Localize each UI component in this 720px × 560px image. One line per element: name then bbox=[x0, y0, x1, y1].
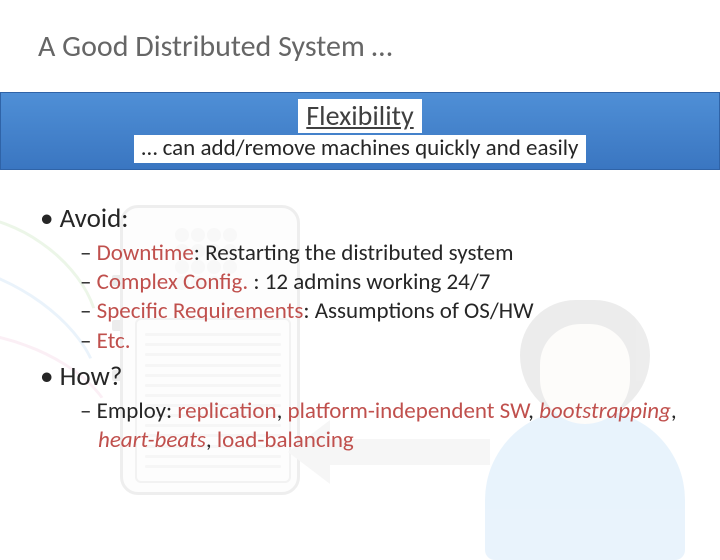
avoid-downtime: Downtime: Restarting the distributed sys… bbox=[80, 239, 690, 268]
kw-replication: replication bbox=[177, 397, 276, 425]
kw-platform-independent: platform-independent SW bbox=[288, 397, 529, 425]
how-employ: Employ: replication, platform-independen… bbox=[80, 397, 690, 456]
desc: : 12 admins working 24/7 bbox=[248, 268, 490, 296]
slide-title: A Good Distributed System … bbox=[38, 28, 392, 65]
kw-bootstrapping: bootstrapping bbox=[539, 397, 671, 425]
avoid-specific-requirements: Specific Requirements: Assumptions of OS… bbox=[80, 297, 690, 326]
kw-heart-beats: heart-beats bbox=[98, 426, 206, 454]
callout-banner: Flexibility … can add/remove machines qu… bbox=[0, 92, 720, 170]
kw-load-balancing: load-balancing bbox=[217, 426, 354, 454]
term: Specific Requirements bbox=[97, 297, 304, 325]
avoid-complex-config: Complex Config. : 12 admins working 24/7 bbox=[80, 268, 690, 297]
desc: : Restarting the distributed system bbox=[194, 239, 514, 267]
term: Complex Config. bbox=[97, 268, 249, 296]
employ-prefix: Employ: bbox=[97, 397, 178, 425]
bullet-avoid: Avoid: bbox=[40, 202, 690, 237]
avoid-etc: Etc. bbox=[80, 327, 690, 356]
callout-heading: Flexibility bbox=[298, 99, 421, 133]
term: Etc. bbox=[97, 327, 131, 355]
callout-subtitle: … can add/remove machines quickly and ea… bbox=[134, 135, 587, 163]
term: Downtime bbox=[97, 239, 194, 267]
bullet-list: Avoid: Downtime: Restarting the distribu… bbox=[40, 198, 690, 456]
bullet-how: How? bbox=[40, 360, 690, 395]
desc: : Assumptions of OS/HW bbox=[303, 297, 533, 325]
